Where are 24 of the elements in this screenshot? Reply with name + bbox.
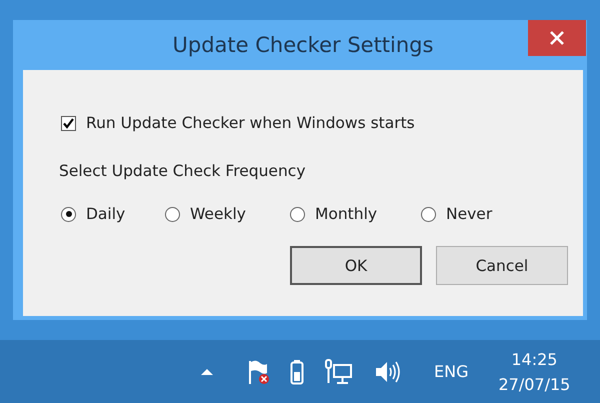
radio-button[interactable]	[61, 206, 76, 222]
radio-label: Daily	[86, 205, 126, 223]
window-title: Update Checker Settings	[172, 33, 434, 57]
speaker-icon[interactable]	[374, 360, 402, 384]
radio-label: Never	[446, 205, 492, 223]
flag-icon[interactable]	[248, 358, 270, 384]
radio-button[interactable]	[290, 206, 305, 222]
radio-button[interactable]	[421, 206, 436, 222]
checkbox-label: Run Update Checker when Windows starts	[86, 114, 415, 132]
close-button[interactable]	[528, 20, 586, 56]
radio-button[interactable]	[165, 206, 180, 222]
language-indicator[interactable]: ENG	[434, 362, 468, 381]
checkbox[interactable]	[61, 116, 76, 130]
battery-icon[interactable]	[290, 358, 304, 384]
network-icon[interactable]	[324, 358, 354, 384]
radio-label: Weekly	[190, 205, 246, 223]
clock-time[interactable]: 14:25	[511, 350, 558, 368]
radio-label: Monthly	[315, 205, 378, 223]
show-hidden-icons-icon[interactable]	[200, 368, 214, 376]
close-icon	[549, 30, 565, 46]
ok-button[interactable]: OK	[290, 246, 422, 285]
frequency-label: Select Update Check Frequency	[59, 162, 306, 180]
cancel-button[interactable]: Cancel	[436, 246, 568, 285]
clock-date[interactable]: 27/07/15	[498, 374, 570, 394]
